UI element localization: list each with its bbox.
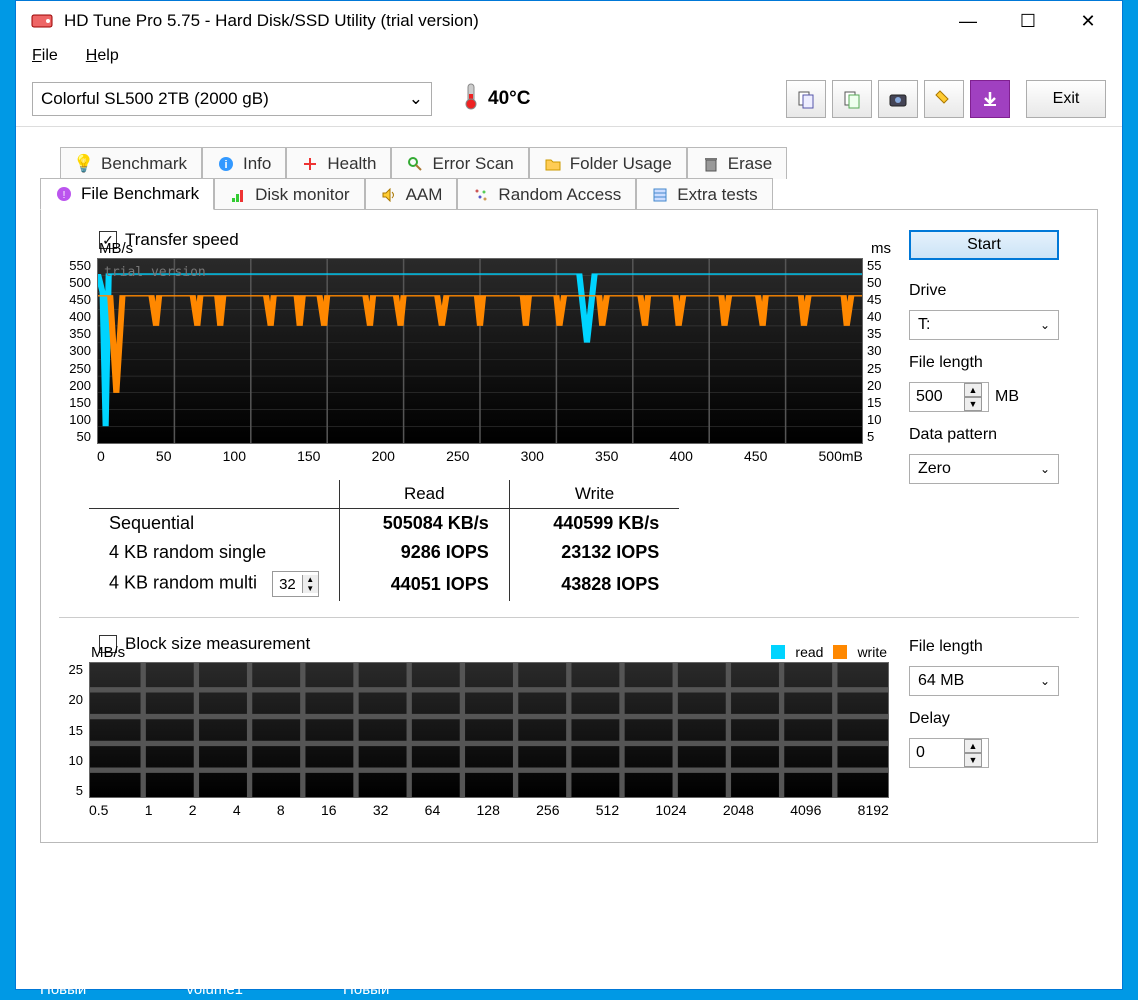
results-row-random-single: 4 KB random single 9286 IOPS 23132 IOPS <box>89 538 679 567</box>
chevron-down-icon: ⌄ <box>409 89 423 109</box>
temperature-display: 40°C <box>462 82 530 116</box>
results-table: Read Write Sequential 505084 KB/s 440599… <box>89 480 893 601</box>
tab-row-1: 💡 Benchmark i Info Health Error Scan Fol… <box>40 147 1098 179</box>
tab-extra-tests[interactable]: Extra tests <box>636 178 772 210</box>
bulb-icon: 💡 <box>75 155 93 173</box>
chevron-down-icon: ⌄ <box>1040 318 1050 332</box>
divider <box>59 617 1079 618</box>
file-length-label-2: File length <box>909 638 1079 656</box>
svg-text:!: ! <box>63 190 66 201</box>
info-icon: i <box>217 155 235 173</box>
menu-file[interactable]: File <box>32 47 58 65</box>
watermark: trial version <box>104 265 206 280</box>
thermometer-icon <box>462 82 480 116</box>
block-section: Block size measurement MB/s read write 2… <box>59 634 893 822</box>
app-window: HD Tune Pro 5.75 - Hard Disk/SSD Utility… <box>15 0 1123 990</box>
extra-icon <box>651 186 669 204</box>
random-icon <box>472 186 490 204</box>
search-icon <box>406 155 424 173</box>
folder-icon <box>544 155 562 173</box>
svg-text:i: i <box>224 159 227 171</box>
tab-row-2: ! File Benchmark Disk monitor AAM Random… <box>40 178 1098 210</box>
chevron-down-icon: ⌄ <box>1040 462 1050 476</box>
results-header: Read Write <box>89 480 679 509</box>
results-row-sequential: Sequential 505084 KB/s 440599 KB/s <box>89 509 679 539</box>
tab-content: ✓ Transfer speed MB/s ms 550500450400350… <box>40 209 1098 843</box>
tab-random-access[interactable]: Random Access <box>457 178 636 210</box>
y-unit-right: ms <box>871 240 891 257</box>
legend-write-swatch <box>833 645 847 659</box>
health-icon <box>301 155 319 173</box>
save-button[interactable] <box>970 80 1010 118</box>
toolbar-buttons: Exit <box>786 80 1106 118</box>
toolbar: Colorful SL500 2TB (2000 gB) ⌄ 40°C Exit <box>16 71 1122 127</box>
minimize-button[interactable]: — <box>938 3 998 39</box>
tab-benchmark[interactable]: 💡 Benchmark <box>60 147 202 179</box>
menubar: File Help <box>16 41 1122 71</box>
options-button[interactable] <box>924 80 964 118</box>
chevron-down-icon: ⌄ <box>1040 674 1050 688</box>
block-chart: MB/s read write 252015105 <box>59 662 893 822</box>
drive-select[interactable]: Colorful SL500 2TB (2000 gB) ⌄ <box>32 82 432 116</box>
results-row-random-multi: 4 KB random multi 32 ▲▼ 44051 IOPS 43828… <box>89 567 679 601</box>
tab-strip: 💡 Benchmark i Info Health Error Scan Fol… <box>40 147 1098 210</box>
y-axis-left: 55050045040035030025020015010050 <box>59 258 95 444</box>
y-axis-right: 555045403530252015105 <box>863 258 893 444</box>
file-length-label: File length <box>909 354 1079 372</box>
copy-info-button[interactable] <box>786 80 826 118</box>
drive-select-value: Colorful SL500 2TB (2000 gB) <box>41 89 269 109</box>
start-button[interactable]: Start <box>909 230 1059 260</box>
temperature-value: 40°C <box>488 88 530 110</box>
speaker-icon <box>380 186 398 204</box>
y-axis: 252015105 <box>59 662 87 798</box>
drive-label: Drive <box>909 282 1079 300</box>
file-benchmark-icon: ! <box>55 185 73 203</box>
close-button[interactable]: ✕ <box>1058 3 1118 39</box>
x-axis: 050100150200250300350400450500mB <box>97 448 863 468</box>
x-axis: 0.512481632641282565121024204840968192 <box>89 802 889 822</box>
tab-disk-monitor[interactable]: Disk monitor <box>214 178 364 210</box>
transfer-speed-checkbox[interactable]: ✓ Transfer speed <box>99 230 893 250</box>
file-length-input[interactable]: 500▲▼ MB <box>909 382 1079 412</box>
side-panel-1: Start Drive T: ⌄ File length 500▲▼ MB Da… <box>909 230 1079 601</box>
data-pattern-select[interactable]: Zero ⌄ <box>909 454 1059 484</box>
tab-aam[interactable]: AAM <box>365 178 458 210</box>
y-unit-left: MB/s <box>99 240 133 257</box>
multi-queue-spinner[interactable]: 32 ▲▼ <box>272 571 319 597</box>
chart-plot: trial version <box>97 258 863 444</box>
tab-health[interactable]: Health <box>286 147 391 179</box>
tab-info[interactable]: i Info <box>202 147 286 179</box>
block-file-length-select[interactable]: 64 MB ⌄ <box>909 666 1059 696</box>
monitor-icon <box>229 186 247 204</box>
side-panel-2: File length 64 MB ⌄ Delay 0▲▼ <box>909 634 1079 822</box>
copy-text-button[interactable] <box>832 80 872 118</box>
desktop-icons: Новый volume1 Новый <box>40 981 389 998</box>
tab-folder-usage[interactable]: Folder Usage <box>529 147 687 179</box>
app-icon <box>30 9 54 33</box>
tab-erase[interactable]: Erase <box>687 147 787 179</box>
transfer-chart: MB/s ms 55050045040035030025020015010050… <box>59 258 893 468</box>
delay-input[interactable]: 0▲▼ <box>909 738 1079 768</box>
window-controls: — ☐ ✕ <box>938 3 1118 39</box>
screenshot-button[interactable] <box>878 80 918 118</box>
tab-error-scan[interactable]: Error Scan <box>391 147 528 179</box>
titlebar: HD Tune Pro 5.75 - Hard Disk/SSD Utility… <box>16 1 1122 41</box>
trash-icon <box>702 155 720 173</box>
exit-button[interactable]: Exit <box>1026 80 1106 118</box>
drive-letter-select[interactable]: T: ⌄ <box>909 310 1059 340</box>
maximize-button[interactable]: ☐ <box>998 3 1058 39</box>
menu-help[interactable]: Help <box>86 47 119 65</box>
window-title: HD Tune Pro 5.75 - Hard Disk/SSD Utility… <box>64 11 938 31</box>
delay-label: Delay <box>909 710 1079 728</box>
chart-legend: read write <box>771 644 887 660</box>
data-pattern-label: Data pattern <box>909 426 1079 444</box>
tab-file-benchmark[interactable]: ! File Benchmark <box>40 178 214 210</box>
y-unit: MB/s <box>91 644 125 661</box>
legend-read-swatch <box>771 645 785 659</box>
chart-plot <box>89 662 889 798</box>
transfer-section: ✓ Transfer speed MB/s ms 550500450400350… <box>59 230 893 601</box>
